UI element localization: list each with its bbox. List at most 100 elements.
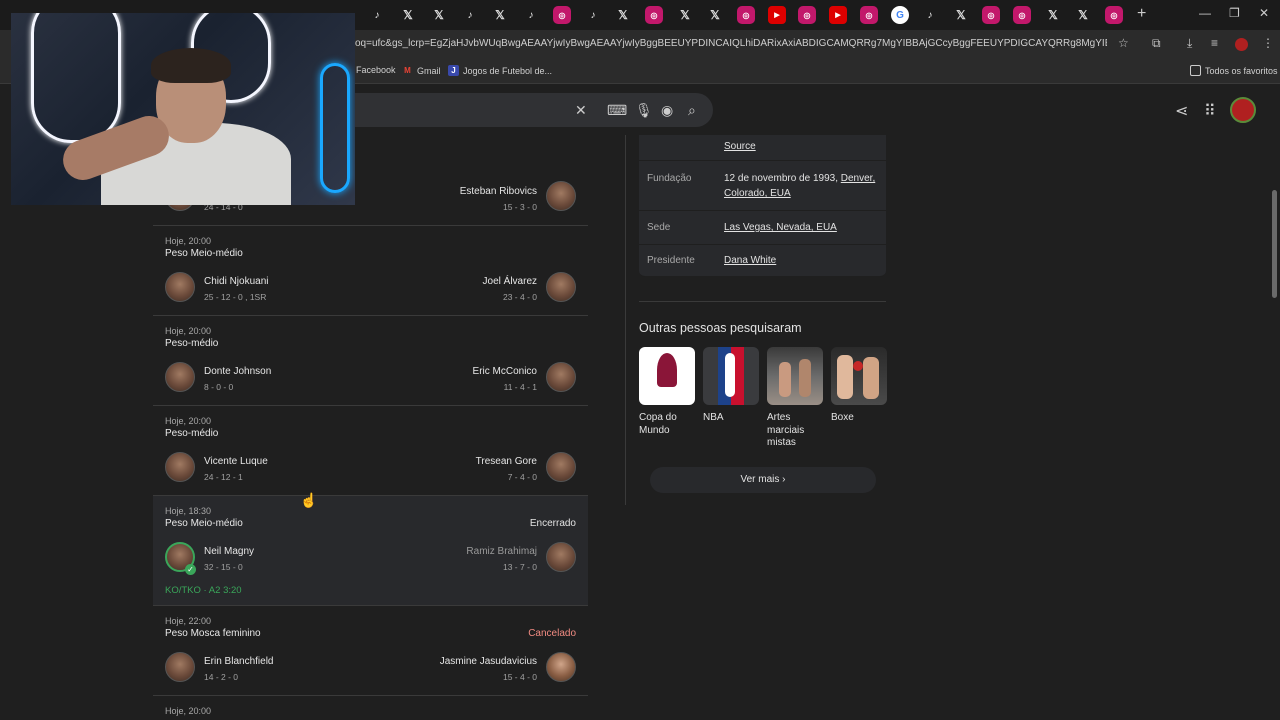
- x-icon[interactable]: 𝕏: [952, 6, 970, 24]
- hq-value[interactable]: Las Vegas, Nevada, EUA: [724, 220, 837, 235]
- president-value[interactable]: Dana White: [724, 253, 776, 268]
- fighter2-name: Esteban Ribovics: [459, 186, 537, 197]
- x-icon[interactable]: 𝕏: [399, 6, 417, 24]
- instagram-icon[interactable]: ◎: [1013, 6, 1031, 24]
- share-icon[interactable]: ⋖: [1175, 101, 1188, 121]
- fight-time: Hoje, 18:30: [165, 506, 212, 516]
- x-icon[interactable]: 𝕏: [706, 6, 724, 24]
- apps-icon[interactable]: ⠿: [1204, 101, 1216, 121]
- world-cup-thumbnail: [639, 347, 695, 405]
- instagram-icon[interactable]: ◎: [798, 6, 816, 24]
- url-input[interactable]: oq=ufc&gs_lcrp=EgZjaHJvbWUqBwgAEAAYjwIyB…: [355, 38, 1107, 49]
- fighter1-record: 24 - 12 - 1: [204, 472, 243, 482]
- bookmark-jogos[interactable]: J Jogos de Futebol de...: [448, 65, 552, 76]
- fighter1-record: 8 - 0 - 0: [204, 382, 234, 392]
- fight-card[interactable]: Hoje, 20:00 Peso-médio Donte Johnson 8 -…: [153, 316, 588, 406]
- tiktok-icon[interactable]: ♪: [461, 6, 479, 24]
- x-icon[interactable]: 𝕏: [430, 6, 448, 24]
- mma-thumbnail: [767, 347, 823, 405]
- download-icon[interactable]: ⤓: [1187, 36, 1192, 51]
- fight-status: Encerrado: [529, 518, 576, 529]
- fighter1-record: 14 - 2 - 0: [204, 672, 239, 682]
- divider: [625, 135, 626, 505]
- hq-link: Las Vegas, Nevada, EUA: [724, 222, 837, 233]
- bookmark-gmail[interactable]: M Gmail: [402, 65, 440, 76]
- media-icon[interactable]: ≡: [1211, 36, 1218, 50]
- instagram-icon[interactable]: ◎: [860, 6, 878, 24]
- instagram-icon[interactable]: ◎: [553, 6, 571, 24]
- fight-card[interactable]: Hoje, 18:30 Peso Meio-médio Encerrado ✓ …: [153, 496, 588, 606]
- bookmark-facebook[interactable]: Facebook: [356, 65, 396, 75]
- fighter2-name: Eric McConico: [472, 366, 537, 377]
- minimize-icon[interactable]: —: [1199, 6, 1211, 20]
- kp-row-president: Presidente Dana White: [639, 245, 886, 277]
- fight-card[interactable]: Hoje, 20:00 Peso Meio-médio Chidi Njokua…: [153, 226, 588, 316]
- tiktok-icon[interactable]: ♪: [522, 6, 540, 24]
- kp-row-founded: Fundação 12 de novembro de 1993, Denver,…: [639, 161, 886, 211]
- denver-link[interactable]: Denver,: [841, 173, 875, 184]
- x-icon[interactable]: 𝕏: [491, 6, 509, 24]
- weight-class: Peso Meio-médio: [165, 518, 243, 529]
- fighter1-record: 25 - 12 - 0 , 1SR: [204, 292, 267, 302]
- fight-status: Cancelado: [528, 628, 576, 639]
- kp-row-source: Source: [639, 135, 886, 161]
- founded-label: Fundação: [647, 173, 692, 184]
- avatar[interactable]: [1230, 97, 1256, 123]
- instagram-icon[interactable]: ◎: [982, 6, 1000, 24]
- clear-icon[interactable]: ✕: [575, 102, 587, 119]
- google-icon[interactable]: G: [891, 6, 909, 24]
- extensions-icon[interactable]: ⧉: [1152, 36, 1161, 51]
- kp-row-hq: Sede Las Vegas, Nevada, EUA: [639, 211, 886, 245]
- founded-date: 12 de novembro de 1993,: [724, 173, 838, 184]
- see-more-button[interactable]: Ver mais ›: [650, 467, 876, 493]
- people-item-nba[interactable]: NBA: [703, 347, 759, 425]
- fighter1-photo: [165, 272, 195, 302]
- lens-icon[interactable]: ◉: [661, 102, 673, 119]
- all-bookmarks-label: Todos os favoritos: [1205, 65, 1278, 76]
- instagram-icon[interactable]: ◎: [737, 6, 755, 24]
- bookmark-label: Jogos de Futebol de...: [463, 65, 553, 76]
- profile-icon[interactable]: [1235, 38, 1248, 51]
- star-icon[interactable]: ☆: [1118, 36, 1129, 50]
- glove-icon: [853, 361, 863, 371]
- fighter1-name: Neil Magny: [204, 546, 255, 557]
- instagram-icon[interactable]: ◎: [645, 6, 663, 24]
- fighter2-record: 7 - 4 - 0: [507, 472, 537, 482]
- fight-card[interactable]: Hoje, 20:00 Peso-médio Vicente Luque 24 …: [153, 406, 588, 496]
- keyboard-icon[interactable]: ⌨: [607, 102, 627, 119]
- all-bookmarks[interactable]: Todos os favoritos: [1190, 65, 1278, 76]
- instagram-icon[interactable]: ◎: [1105, 6, 1123, 24]
- fight-card[interactable]: Hoje, 22:00 Peso Mosca feminino Cancelad…: [153, 606, 588, 696]
- x-icon[interactable]: 𝕏: [1044, 6, 1062, 24]
- people-item-boxe[interactable]: Boxe: [831, 347, 887, 425]
- people-item-mma[interactable]: Artes marciais mistas: [767, 347, 823, 450]
- x-icon[interactable]: 𝕏: [614, 6, 632, 24]
- new-tab-button[interactable]: +: [1137, 5, 1146, 23]
- nba-thumbnail: [703, 347, 759, 405]
- search-icon[interactable]: ⌕: [688, 102, 696, 119]
- restore-icon[interactable]: ❐: [1229, 6, 1240, 20]
- people-item-label: Copa do Mundo: [639, 412, 677, 436]
- colorado-link[interactable]: Colorado, EUA: [724, 188, 791, 199]
- scrollbar[interactable]: [1272, 190, 1277, 298]
- menu-icon[interactable]: ⋮: [1262, 36, 1274, 50]
- fight-time: Hoje, 20:00: [165, 326, 212, 336]
- webcam-overlay: [11, 13, 355, 205]
- boxer-figure: [837, 355, 853, 399]
- tiktok-icon[interactable]: ♪: [368, 6, 386, 24]
- youtube-icon[interactable]: ▶: [829, 6, 847, 24]
- fight-card[interactable]: Hoje, 20:00: [153, 696, 588, 720]
- mic-icon[interactable]: 🎙︎: [635, 102, 653, 119]
- x-icon[interactable]: 𝕏: [676, 6, 694, 24]
- tiktok-icon[interactable]: ♪: [921, 6, 939, 24]
- close-icon[interactable]: ✕: [1259, 6, 1269, 20]
- tiktok-icon[interactable]: ♪: [584, 6, 602, 24]
- see-more-label: Ver mais: [740, 474, 780, 485]
- x-icon[interactable]: 𝕏: [1074, 6, 1092, 24]
- separator: [639, 301, 886, 302]
- fighter1-name: Vicente Luque: [204, 456, 268, 467]
- source-link[interactable]: Source: [724, 139, 756, 154]
- people-item-copa[interactable]: Copa do Mundo: [639, 347, 695, 437]
- game-icon: J: [448, 65, 459, 76]
- youtube-icon[interactable]: ▶: [768, 6, 786, 24]
